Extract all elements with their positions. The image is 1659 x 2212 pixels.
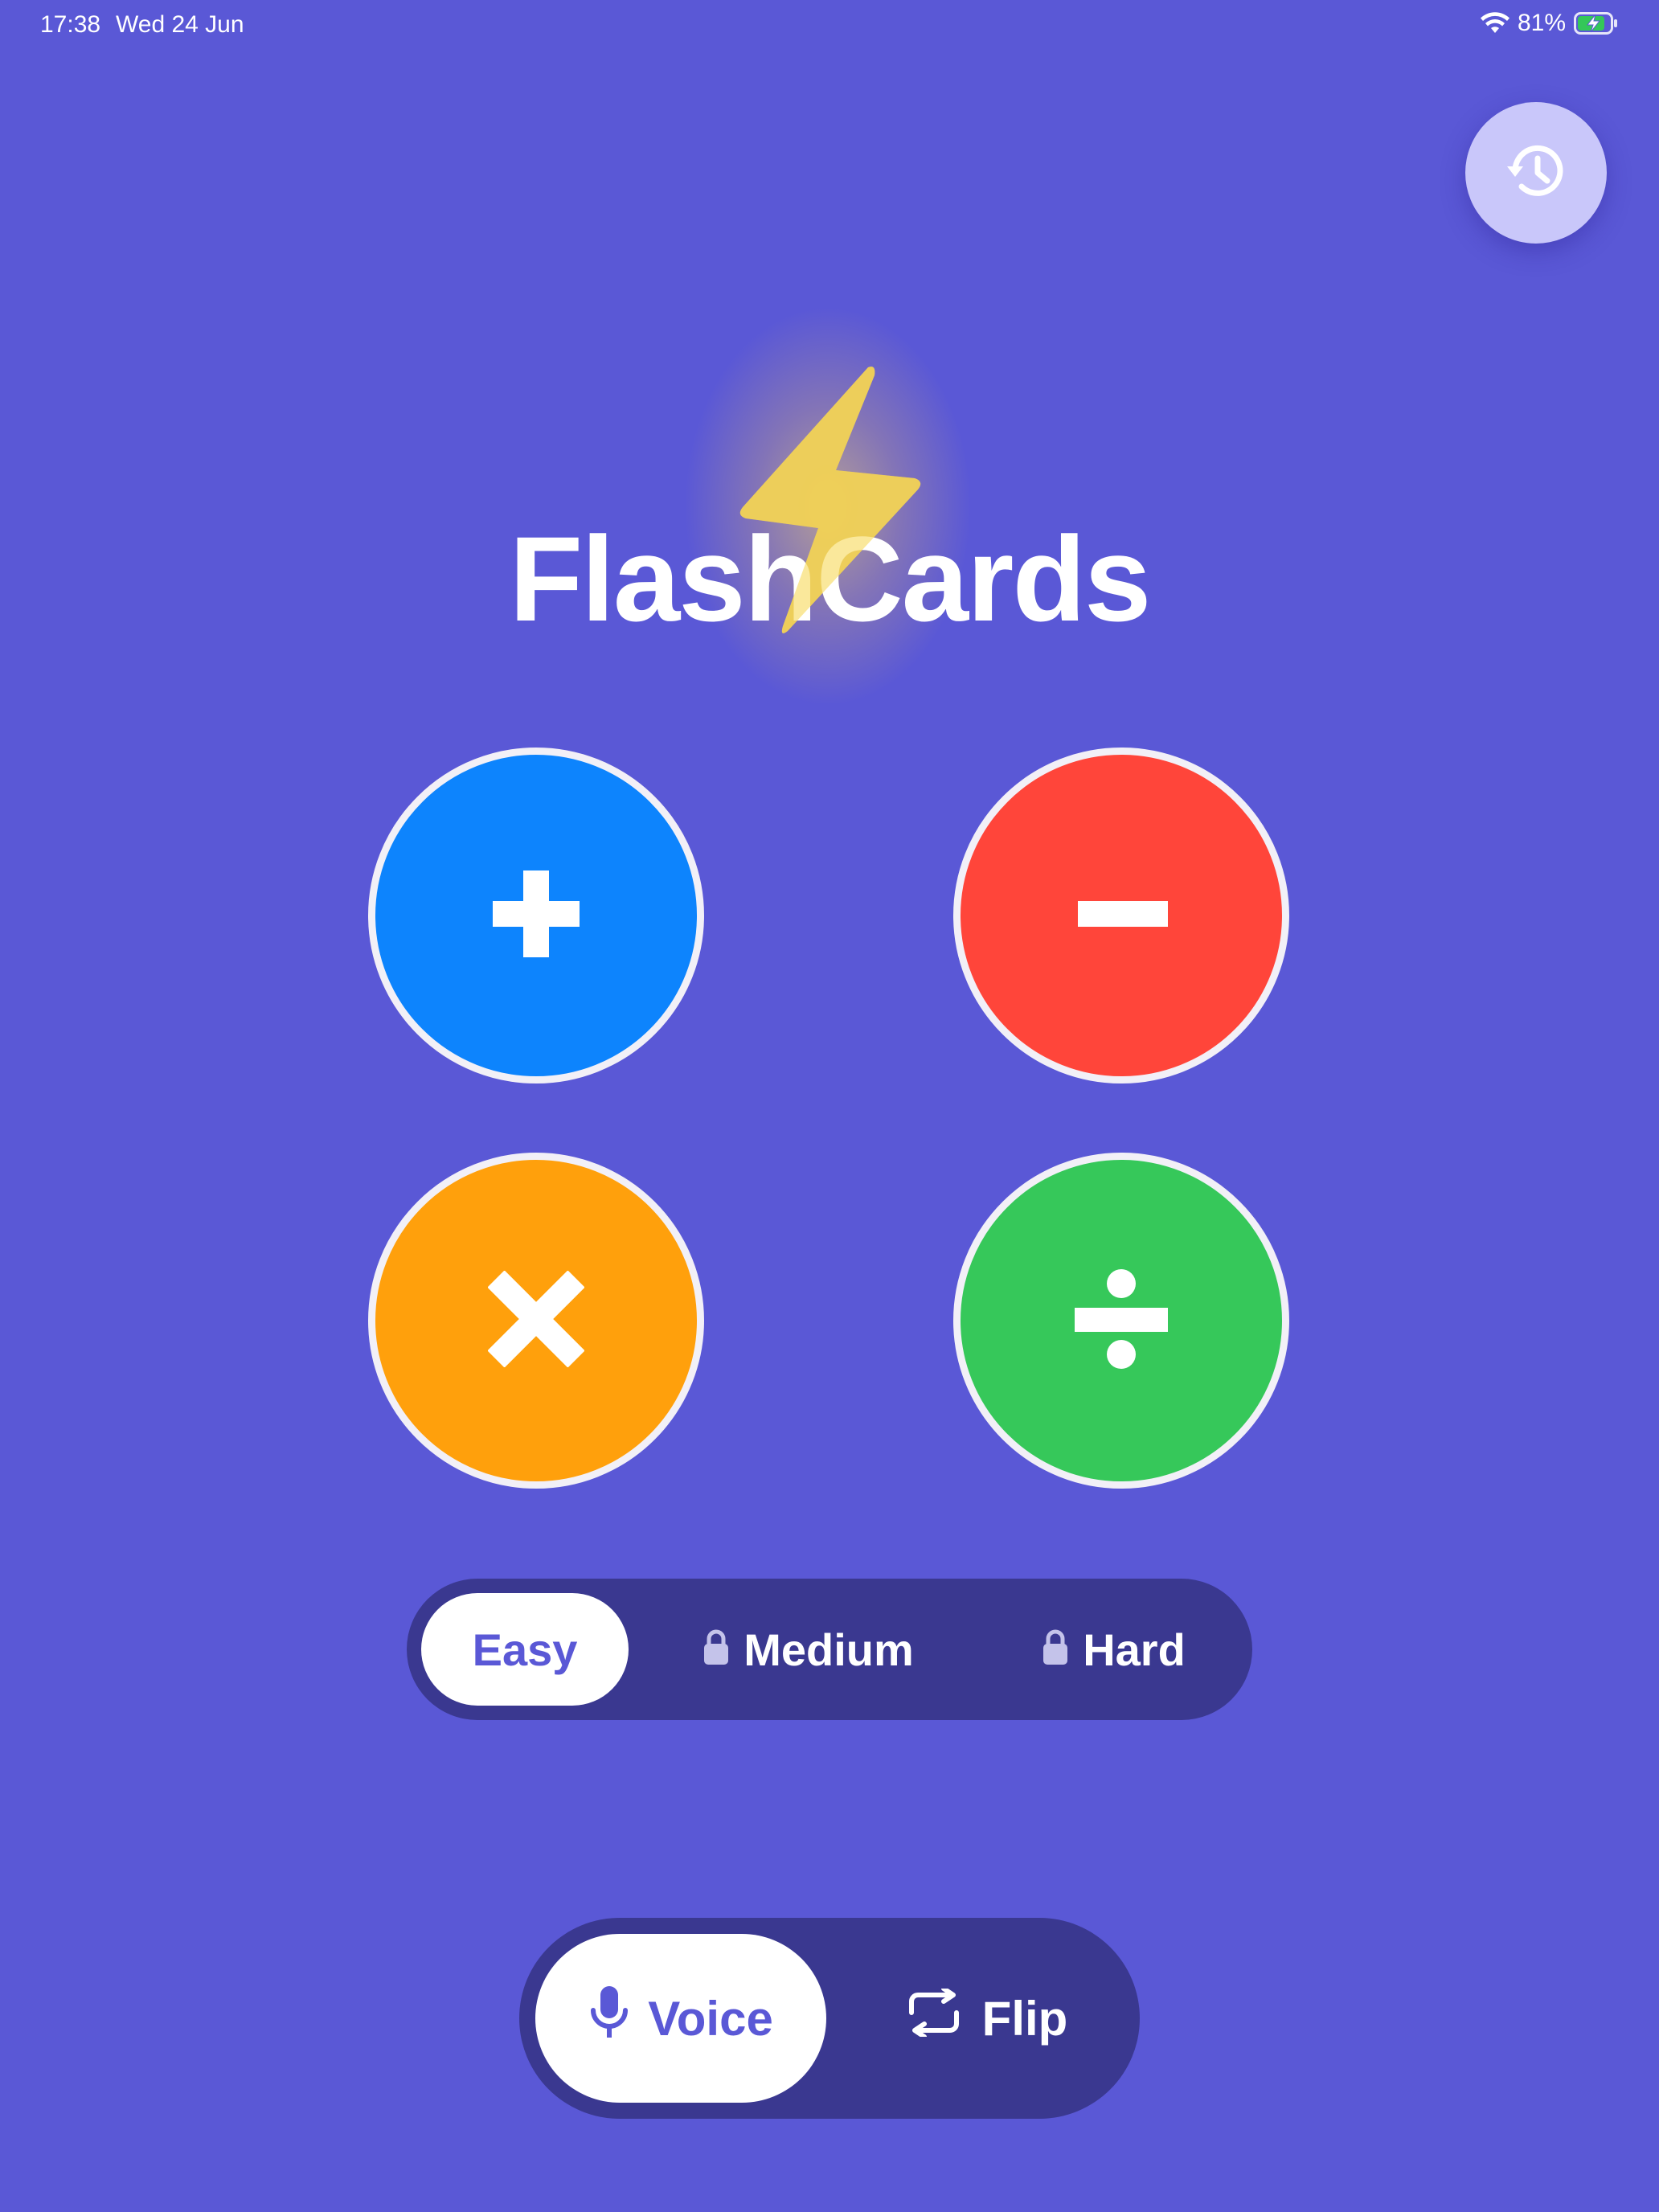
microphone-icon — [588, 1985, 630, 2052]
status-indicators: 81% — [1480, 10, 1619, 37]
difficulty-medium[interactable]: Medium — [672, 1593, 945, 1706]
lock-icon — [1043, 1624, 1068, 1676]
minus-icon — [1073, 866, 1169, 966]
mode-flip-label: Flip — [981, 1991, 1068, 2046]
battery-charging-icon — [1574, 12, 1619, 35]
difficulty-easy-label: Easy — [472, 1624, 578, 1675]
division-button[interactable] — [953, 1153, 1289, 1489]
lightning-bolt-overlay — [731, 358, 924, 639]
multiply-icon — [487, 1269, 585, 1371]
divide-icon — [1071, 1268, 1171, 1373]
subtraction-button[interactable] — [953, 748, 1289, 1083]
status-date: Wed 24 Jun — [116, 11, 244, 38]
mode-voice[interactable]: Voice — [535, 1934, 826, 2103]
lock-icon — [703, 1624, 729, 1676]
difficulty-medium-label: Medium — [743, 1624, 914, 1675]
history-button[interactable] — [1465, 102, 1607, 244]
mode-voice-label: Voice — [648, 1991, 773, 2046]
difficulty-hard-label: Hard — [1083, 1624, 1186, 1675]
flip-repeat-icon — [903, 1986, 965, 2048]
difficulty-hard[interactable]: Hard — [1018, 1593, 1210, 1706]
mode-selector: Voice Flip — [519, 1918, 1140, 2119]
wifi-icon — [1480, 12, 1509, 35]
difficulty-selector: Easy Medium Hard — [407, 1579, 1252, 1720]
battery-percent: 81% — [1517, 10, 1566, 36]
plus-icon — [488, 866, 584, 966]
history-clock-icon — [1497, 133, 1575, 214]
addition-button[interactable] — [368, 748, 704, 1083]
mode-flip[interactable]: Flip — [857, 1934, 1114, 2103]
multiplication-button[interactable] — [368, 1153, 704, 1489]
difficulty-easy[interactable]: Easy — [421, 1593, 629, 1706]
status-time: 17:38 — [40, 11, 101, 38]
